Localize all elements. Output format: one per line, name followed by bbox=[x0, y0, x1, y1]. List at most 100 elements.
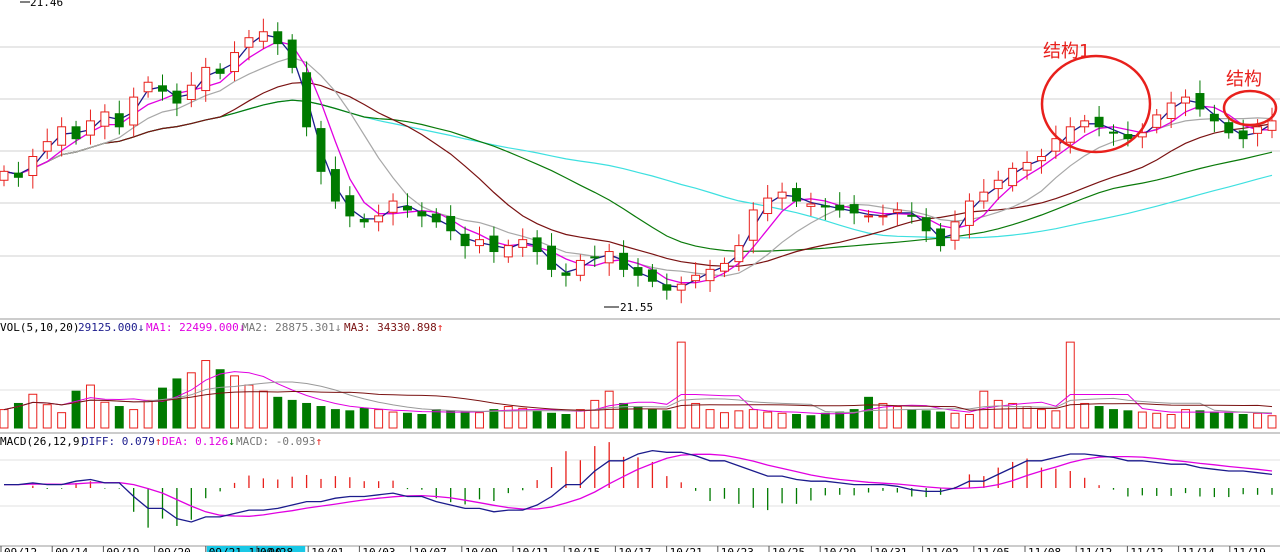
candle-body bbox=[1166, 102, 1176, 119]
volume-bar bbox=[820, 412, 830, 429]
volume-bar bbox=[647, 409, 657, 429]
date-axis-label: 10/23 bbox=[721, 546, 754, 552]
candle-body bbox=[201, 66, 211, 92]
candle-body bbox=[1094, 116, 1104, 128]
macd-dea: DEA: 0.126 bbox=[162, 435, 228, 448]
candle-body bbox=[129, 96, 139, 126]
date-axis-label: 09/19 bbox=[106, 546, 139, 552]
volume-bar bbox=[287, 399, 297, 429]
volume-value: 29125.000 bbox=[78, 321, 138, 334]
volume-bar bbox=[590, 399, 600, 429]
candle-body bbox=[964, 200, 974, 226]
volume-bar bbox=[42, 404, 52, 429]
candle-body bbox=[1181, 96, 1191, 104]
date-axis-label: 11/19 bbox=[1233, 546, 1266, 552]
macd-histogram bbox=[32, 442, 1273, 528]
candle-body bbox=[1123, 134, 1133, 140]
volume-bar bbox=[1051, 410, 1061, 429]
candle-body bbox=[388, 200, 398, 213]
candle-body bbox=[230, 52, 240, 73]
macd-title: MACD(26,12,9) bbox=[0, 435, 86, 448]
macd-value-arrow: ↑ bbox=[315, 435, 322, 448]
stock-chart[interactable]: 21.46 21.55 结构1 结构 VOL(5,10,20) 29125.00… bbox=[0, 0, 1280, 552]
candle-body bbox=[792, 188, 801, 202]
volume-ma3-arrow: ↑ bbox=[437, 321, 444, 334]
min-price-label: 21.55 bbox=[620, 301, 653, 314]
macd-diff-arrow: ↑ bbox=[155, 435, 162, 448]
candle-body bbox=[748, 209, 758, 241]
volume-bar bbox=[1224, 412, 1234, 429]
candle-body bbox=[705, 268, 715, 282]
date-axis-label: 10/11 bbox=[516, 546, 549, 552]
candle-body bbox=[330, 169, 340, 202]
volume-bar bbox=[71, 390, 81, 429]
volume-bar bbox=[172, 378, 182, 429]
date-axis-label: 09/12 bbox=[4, 546, 37, 552]
date-axis-label: 11/12 bbox=[1130, 546, 1163, 552]
candle-body bbox=[475, 239, 484, 247]
volume-bar bbox=[489, 409, 499, 429]
date-axis-label: 10/07 bbox=[414, 546, 447, 552]
volume-bar bbox=[633, 406, 643, 429]
volume-bar bbox=[964, 414, 974, 429]
candle-body bbox=[907, 214, 917, 217]
candle-body bbox=[892, 209, 902, 213]
candle-body bbox=[993, 179, 1003, 190]
date-axis-label: 10/15 bbox=[567, 546, 600, 552]
candle-body bbox=[676, 283, 686, 291]
candle-body bbox=[763, 197, 773, 215]
candle-body bbox=[100, 111, 110, 127]
date-axis-label: 11/02 bbox=[926, 546, 959, 552]
date-axis-label: 10/03 bbox=[362, 546, 395, 552]
date-axis-label: 10/29 bbox=[823, 546, 856, 552]
volume-bar bbox=[950, 412, 960, 429]
volume-bar bbox=[143, 399, 153, 429]
candle-body bbox=[734, 245, 744, 263]
candle-body bbox=[1224, 122, 1234, 134]
volume-bar bbox=[388, 411, 398, 429]
volume-bar bbox=[1036, 409, 1046, 429]
annotation-circle-1 bbox=[1040, 54, 1152, 154]
candle-body bbox=[302, 72, 312, 128]
volume-bar bbox=[1195, 410, 1205, 429]
volume-bar bbox=[835, 411, 845, 429]
candle-body bbox=[417, 211, 427, 217]
candle-body bbox=[806, 203, 816, 207]
volume-bar bbox=[691, 402, 701, 429]
volume-bar bbox=[921, 410, 931, 429]
volume-bar bbox=[230, 375, 240, 429]
candle-body bbox=[590, 256, 600, 259]
candle-body bbox=[1065, 126, 1075, 143]
candle-body bbox=[143, 81, 153, 93]
candle-body bbox=[849, 204, 859, 214]
volume-bar bbox=[129, 409, 139, 429]
volume-title: VOL(5,10,20) bbox=[0, 321, 79, 334]
candle-body bbox=[1008, 167, 1018, 187]
candle-body bbox=[662, 284, 672, 291]
volume-bar bbox=[57, 412, 67, 429]
volume-bar bbox=[0, 409, 9, 429]
candle-body bbox=[85, 120, 95, 136]
volume-bar bbox=[1166, 414, 1176, 429]
candle-body bbox=[503, 245, 513, 258]
volume-bar bbox=[431, 409, 441, 429]
volume-bar bbox=[1253, 412, 1263, 429]
volume-bar bbox=[1094, 406, 1104, 429]
volume-value-arrow: ↓ bbox=[138, 321, 145, 334]
volume-bar bbox=[215, 369, 225, 429]
volume-bar bbox=[705, 409, 715, 429]
candle-body bbox=[1109, 131, 1118, 134]
date-axis-label: 11/08 bbox=[1028, 546, 1061, 552]
volume-bar bbox=[1080, 402, 1090, 429]
volume-bar bbox=[302, 402, 312, 429]
candle-body bbox=[71, 126, 81, 140]
candle-body bbox=[1267, 120, 1277, 131]
volume-bar bbox=[1123, 410, 1133, 429]
candle-body bbox=[878, 215, 888, 218]
candle-body bbox=[532, 237, 542, 253]
volume-bar bbox=[186, 372, 196, 429]
volume-bar bbox=[561, 414, 571, 429]
candle-body bbox=[316, 128, 326, 172]
ma60-line bbox=[3, 81, 1273, 267]
candle-body bbox=[42, 141, 52, 152]
